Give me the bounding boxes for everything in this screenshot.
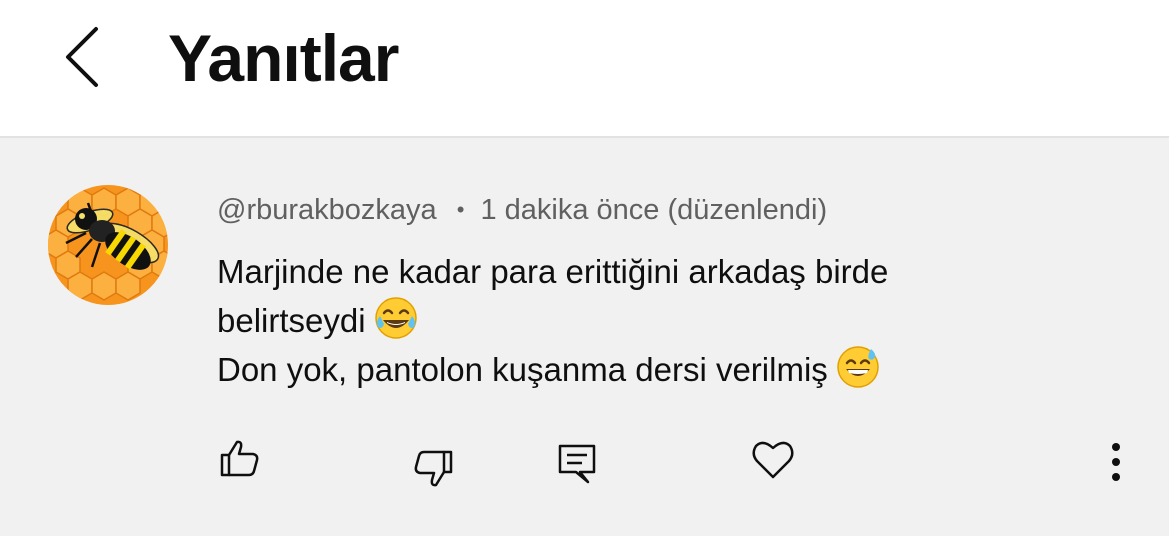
comment-line-with-emoji: Don yok, pantolon kuşanma dersi verilmiş xyxy=(217,345,1117,394)
edited-label: (düzenlendi) xyxy=(667,194,828,226)
heart-button[interactable] xyxy=(749,435,797,483)
face-with-tears-of-joy-icon xyxy=(374,297,417,339)
more-vertical-icon xyxy=(1112,443,1120,481)
grinning-face-with-sweat-icon xyxy=(837,346,879,388)
like-button[interactable] xyxy=(216,434,264,482)
timestamp: 1 dakika önce xyxy=(480,194,660,226)
chevron-left-icon xyxy=(66,27,98,87)
comment-line: Don yok, pantolon kuşanma dersi verilmiş xyxy=(217,351,828,388)
header-bar: Yanıtlar xyxy=(0,0,1169,136)
comment-icon xyxy=(558,444,596,484)
comment-line: belirtseydi xyxy=(217,302,366,339)
dislike-button[interactable] xyxy=(409,446,457,494)
heart-icon xyxy=(752,441,794,479)
comment-card: @rburakbozkaya • 1 dakika önce (düzenlen… xyxy=(0,138,1169,536)
back-button[interactable] xyxy=(50,20,120,95)
more-options-button[interactable] xyxy=(1092,438,1140,486)
avatar[interactable] xyxy=(48,185,168,305)
comment-meta: @rburakbozkaya • 1 dakika önce (düzenlen… xyxy=(217,193,827,227)
thumbs-up-icon xyxy=(220,440,259,477)
page-title: Yanıtlar xyxy=(168,21,399,95)
comment-line: Marjinde ne kadar para erittiğini arkada… xyxy=(217,253,889,290)
bee-avatar-image xyxy=(48,185,168,305)
comment-text: Marjinde ne kadar para erittiğini arkada… xyxy=(217,248,1117,394)
thumbs-down-icon xyxy=(414,450,453,487)
comment-line-with-emoji: belirtseydi xyxy=(217,296,1117,345)
author-handle[interactable]: @rburakbozkaya xyxy=(217,194,437,226)
reply-button[interactable] xyxy=(554,440,602,488)
meta-separator: • xyxy=(456,197,465,222)
